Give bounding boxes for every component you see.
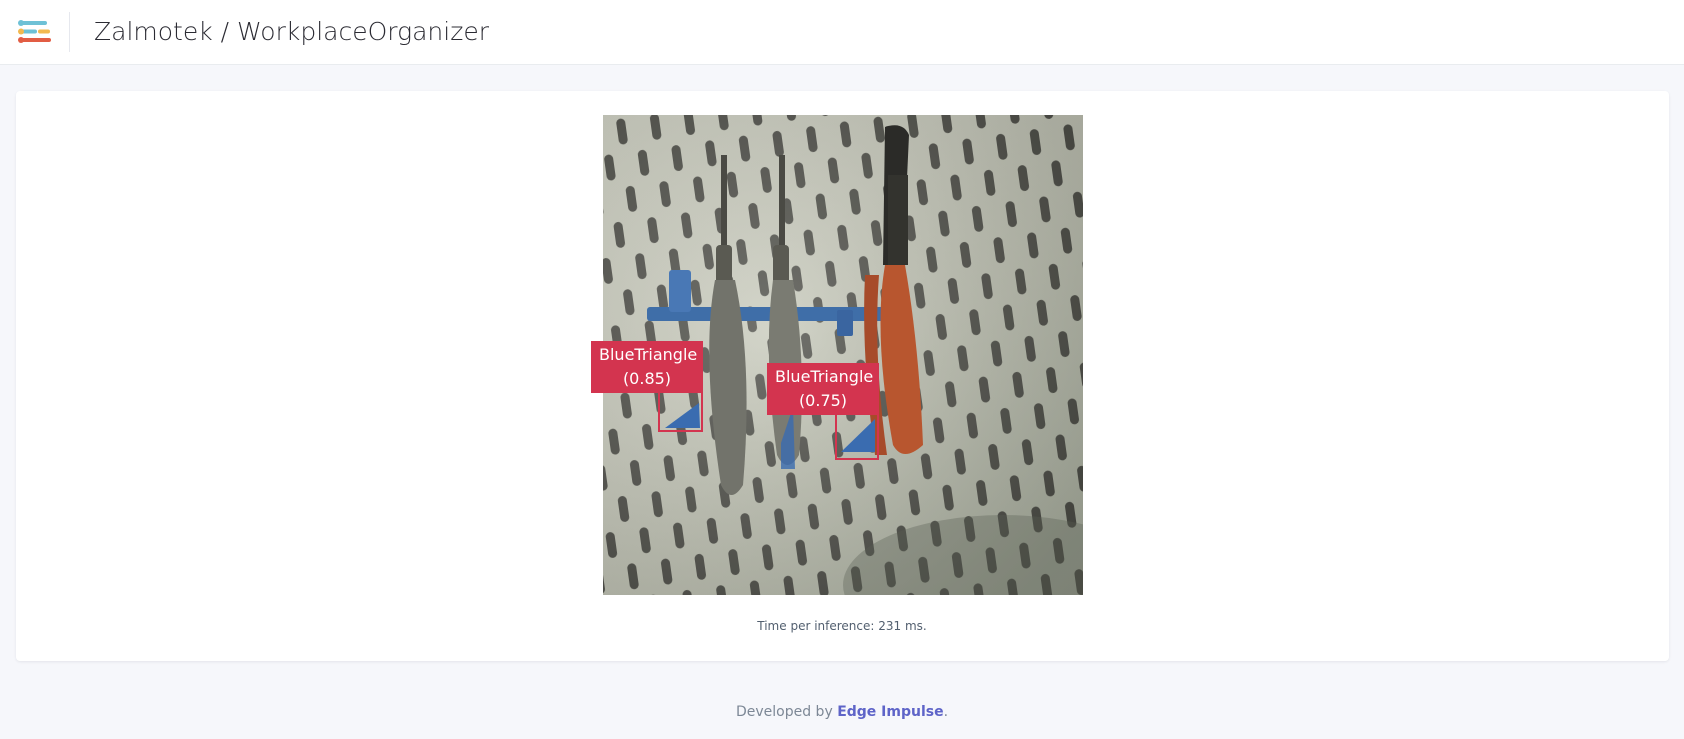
top-bar: Zalmotek / WorkplaceOrganizer <box>0 0 1684 65</box>
inference-time-text: Time per inference: 231 ms. <box>757 619 927 633</box>
detection-box-2 <box>835 413 879 460</box>
edge-impulse-link[interactable]: Edge Impulse <box>837 704 943 720</box>
footer-prefix: Developed by <box>735 704 838 720</box>
detection-class-2: BlueTriangle <box>775 367 874 386</box>
detection-label-2: BlueTriangle (0.75) <box>767 363 879 415</box>
edge-impulse-logo-icon[interactable] <box>18 20 52 44</box>
page-title: Zalmotek / WorkplaceOrganizer <box>94 17 489 46</box>
detection-score-2: (0.75) <box>798 391 848 410</box>
detection-label-1: BlueTriangle (0.85) <box>591 341 703 393</box>
detection-score-1: (0.85) <box>622 369 672 388</box>
footer-suffix: . <box>943 704 949 720</box>
footer: Developed by Edge Impulse. <box>0 704 1684 720</box>
detection-class-1: BlueTriangle <box>599 345 698 364</box>
header-divider <box>69 12 70 52</box>
detection-box-1 <box>658 389 703 432</box>
